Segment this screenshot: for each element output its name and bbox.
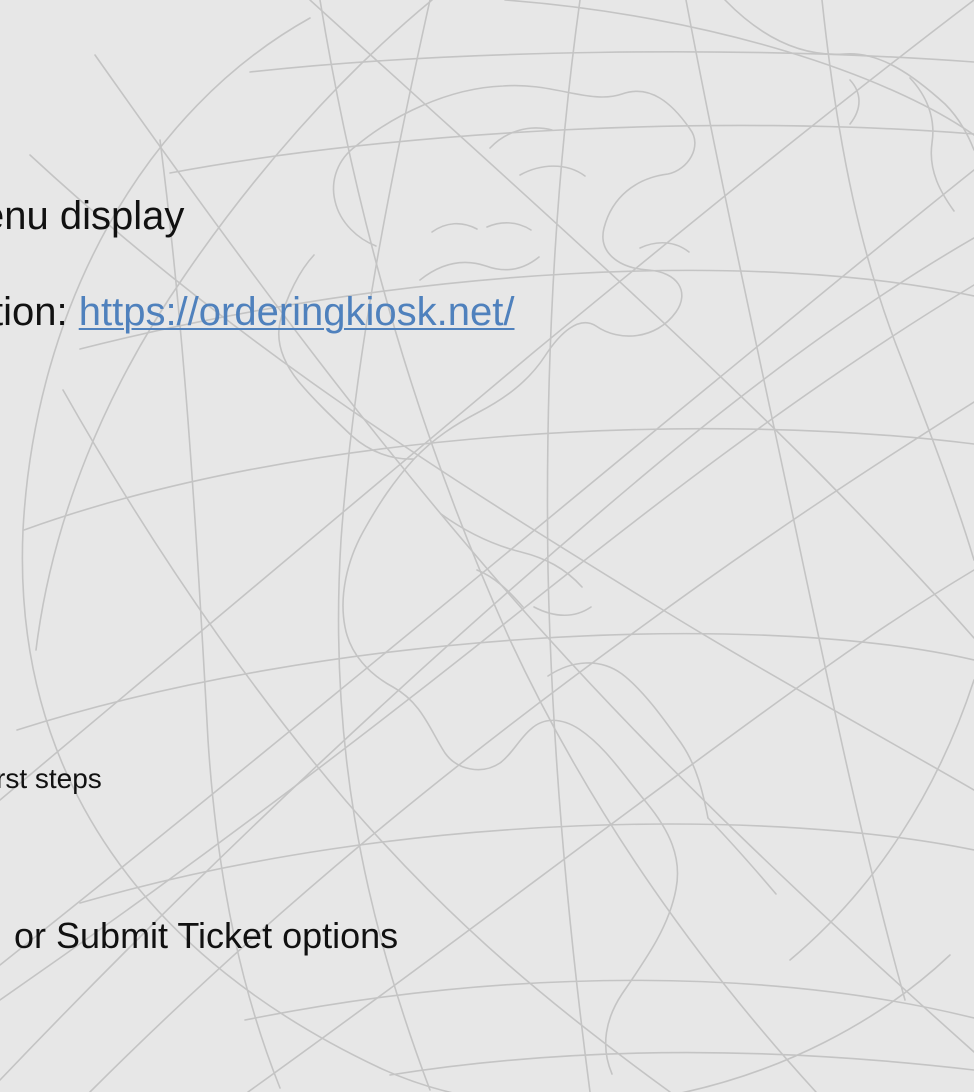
- menu-display-text: enu display: [0, 194, 185, 238]
- submit-ticket-options-text: or Submit Ticket options: [14, 915, 399, 956]
- url-prefix-text: tion:: [0, 290, 79, 334]
- presentation-slide: enu display tion: https://orderingkiosk.…: [0, 0, 974, 1092]
- orderingkiosk-link[interactable]: https://orderingkiosk.net/: [79, 290, 515, 334]
- first-steps-text: rst steps: [0, 763, 102, 794]
- ordering-kiosk-url-line: tion: https://orderingkiosk.net/: [0, 292, 515, 332]
